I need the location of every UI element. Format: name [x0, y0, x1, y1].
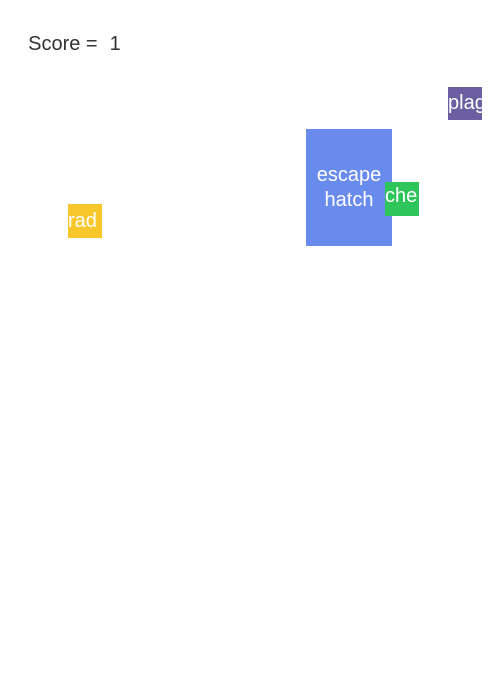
word-card-label: escape hatch — [316, 163, 382, 211]
word-card-che[interactable]: che su — [385, 182, 419, 216]
word-card-rad[interactable]: rad — [68, 204, 102, 238]
word-card-escape-hatch[interactable]: escape hatch — [306, 129, 392, 246]
score-label: Score = — [28, 33, 98, 55]
score-value: 1 — [109, 33, 121, 55]
word-card-label: che su — [385, 185, 418, 216]
word-card-label: plag — [448, 92, 482, 114]
score-display: Score = 1 — [17, 8, 121, 56]
word-card-plag[interactable]: plag — [448, 87, 482, 120]
word-card-label: rad — [68, 209, 97, 232]
